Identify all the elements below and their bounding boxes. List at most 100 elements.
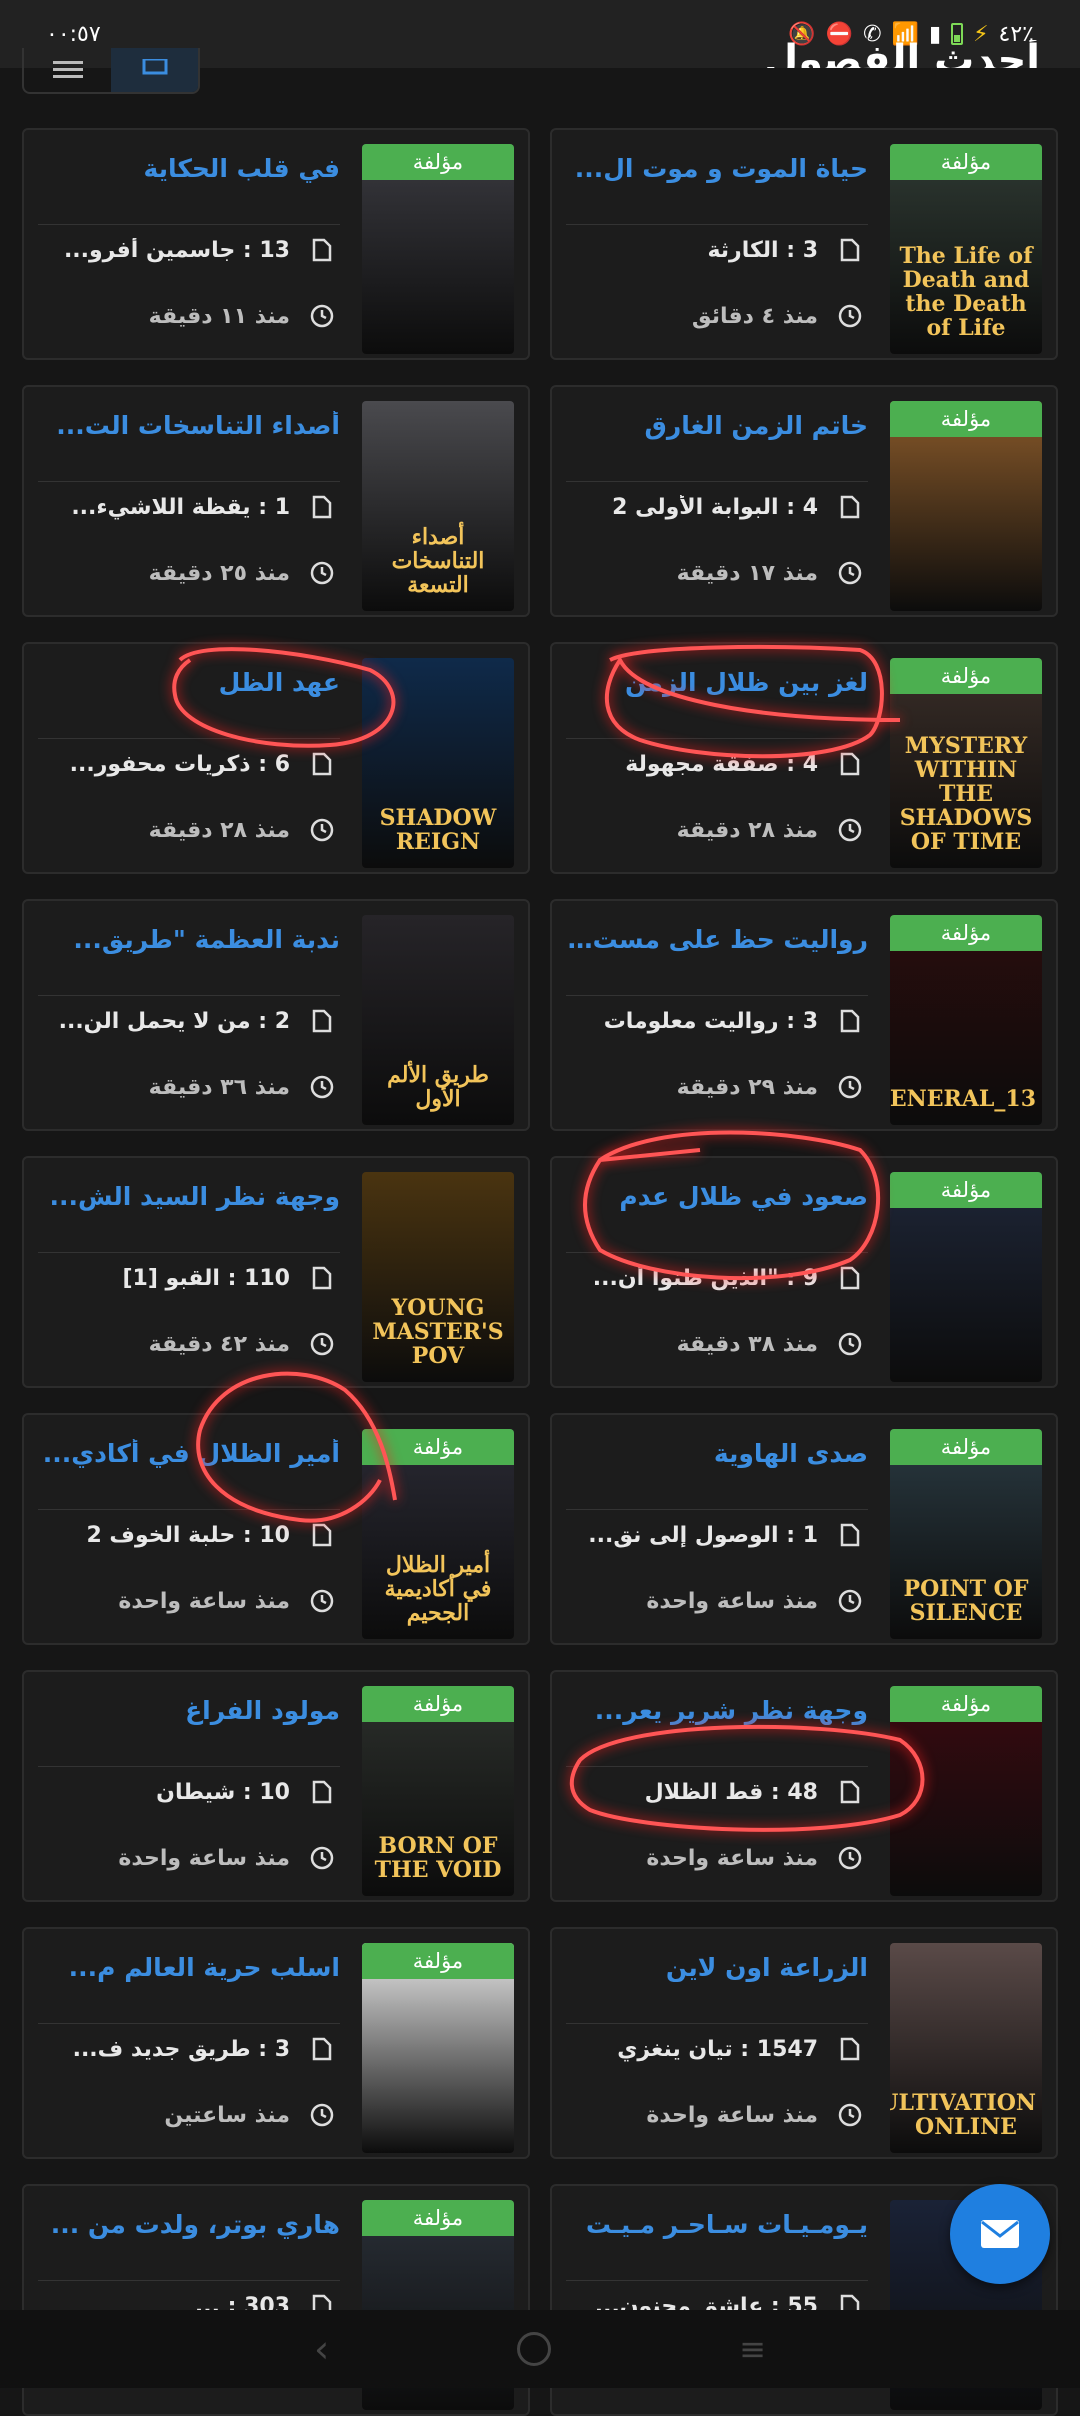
novel-title[interactable]: أمير الظلال في أكادي... [38,1439,340,1468]
grid-view-button[interactable] [111,48,198,92]
card-divider [566,1252,868,1253]
view-toggle [22,48,200,94]
novel-card[interactable]: مؤلفة أمير الظلال في أكاديمية الجحيم أمي… [22,1413,530,1645]
chapter-row[interactable]: 13 : جاسمين أفرو... [38,232,340,268]
novel-title[interactable]: مولود الفراغ [38,1696,340,1725]
card-divider [38,224,340,225]
novel-card[interactable]: مؤلفة GENERAL_13 رواليت حظ على مست... 3 … [550,899,1058,1131]
novel-card[interactable]: مؤلفة BORN OF THE VOID مولود الفراغ 10 :… [22,1670,530,1902]
chapter-row[interactable]: 10 : شيطان [38,1774,340,1810]
chapter-row[interactable]: 1547 : تيان ينغزي [566,2031,868,2067]
chapter-row[interactable]: 4 : صفقة مجهولة [566,746,868,782]
time-label: منذ ساعة واحدة [646,1588,818,1614]
novel-cover[interactable]: مؤلفة BORN OF THE VOID [362,1686,514,1896]
card-divider [38,1509,340,1510]
novel-title[interactable]: اسلب حرية العالم م... [38,1953,340,1982]
novel-cover[interactable]: مؤلفة [362,144,514,354]
novel-cover[interactable]: أصداء التناسخات التسعة [362,401,514,611]
document-icon [832,1774,868,1810]
novel-title[interactable]: الزراعة اون لاين [566,1953,868,1982]
novel-card[interactable]: مؤلفة في قلب الحكاية 13 : جاسمين أفرو...… [22,128,530,360]
nav-back-button[interactable]: ‹ [314,2327,329,2371]
novel-card[interactable]: مؤلفة وجهة نظر شرير يعر... 48 : قط الظلا… [550,1670,1058,1902]
novel-title[interactable]: حياة الموت و موت ال... [566,154,868,183]
novel-cover[interactable]: YOUNG MASTER'S POV [362,1172,514,1382]
novel-cover[interactable]: مؤلفة GENERAL_13 [890,915,1042,1125]
time-label: منذ ٢٨ دقيقة [676,817,818,843]
novel-cover[interactable]: طريق الألم الأول [362,915,514,1125]
novel-card[interactable]: أصداء التناسخات التسعة أصداء التناسخات ا… [22,385,530,617]
nav-home-button[interactable] [517,2332,552,2366]
novel-card[interactable]: SHADOW REIGN عهد الظل 6 : ذكريات محفور..… [22,642,530,874]
novel-title[interactable]: أصداء التناسخات الت... [38,411,340,440]
chapter-row[interactable]: 2 : من لا يحمل الن... [38,1003,340,1039]
nav-recents-button[interactable]: ≡ [739,2330,766,2368]
list-view-button[interactable] [24,48,111,92]
novel-card[interactable]: مؤلفة MYSTERY WITHIN THE SHADOWS OF TIME… [550,642,1058,874]
novel-cover[interactable]: مؤلفة [362,1943,514,2153]
author-badge: مؤلفة [890,1429,1042,1465]
chapter-row[interactable]: 3 : الكارثة [566,232,868,268]
document-icon [832,232,868,268]
novel-cover[interactable]: مؤلفة [890,1686,1042,1896]
novel-card[interactable]: مؤلفة POINT OF SILENCE صدى الهاوية 1 : ا… [550,1413,1058,1645]
novel-cover[interactable]: مؤلفة The Life of Death and the Death of… [890,144,1042,354]
novel-cover[interactable]: CULTIVATION ONLINE [890,1943,1042,2153]
novel-title[interactable]: هاري بوتر، ولدت من ... [38,2210,340,2239]
novel-title[interactable]: صعود في ظلال عدم [566,1182,868,1211]
chapter-label: 1 : يقظة اللاشيء... [71,494,290,520]
novel-cover[interactable]: SHADOW REIGN [362,658,514,868]
chapter-row[interactable]: 3 : رواليت معلومات [566,1003,868,1039]
time-label: منذ ٢٥ دقيقة [148,560,290,586]
novel-cover[interactable]: مؤلفة [890,1172,1042,1382]
contact-fab-button[interactable] [950,2184,1050,2284]
novel-card[interactable]: طريق الألم الأول ندبة العظمة "طريق... 2 … [22,899,530,1131]
novel-title[interactable]: عهد الظل [38,668,340,697]
cover-title: CULTIVATION ONLINE [890,2090,1036,2140]
novel-card[interactable]: مؤلفة خاتم الزمن الغارق 4 : البوابة الأو… [550,385,1058,617]
chapter-row[interactable]: 1 : الوصول إلى نق... [566,1517,868,1553]
novel-card[interactable]: مؤلفة اسلب حرية العالم م... 3 : طريق جدي… [22,1927,530,2159]
chapter-row[interactable]: 4 : البوابة الأولى 2 [566,489,868,525]
chapter-row[interactable]: 9 : "الذين ظنوا أن... [566,1260,868,1296]
chapter-label: 13 : جاسمين أفرو... [63,237,290,263]
novel-cover[interactable]: مؤلفة [890,401,1042,611]
novel-title[interactable]: لغز بين ظلال الزمن [566,668,868,697]
card-divider [566,2280,868,2281]
novel-title[interactable]: وجهة نظر السيد الش... [38,1182,340,1211]
novel-title[interactable]: رواليت حظ على مست... [566,925,868,954]
novel-cover[interactable]: مؤلفة MYSTERY WITHIN THE SHADOWS OF TIME [890,658,1042,868]
mail-icon [981,2220,1019,2248]
card-divider [38,481,340,482]
novel-card[interactable]: مؤلفة صعود في ظلال عدم 9 : "الذين ظنوا أ… [550,1156,1058,1388]
novel-title[interactable]: خاتم الزمن الغارق [566,411,869,440]
novel-title[interactable]: ندبة العظمة "طريق... [38,925,340,954]
clock-icon [832,1326,868,1362]
novel-cover[interactable]: مؤلفة أمير الظلال في أكاديمية الجحيم [362,1429,514,1639]
chapter-row[interactable]: 10 : حلبة الخوف 2 [38,1517,340,1553]
time-row: منذ ساعة واحدة [566,2097,868,2133]
time-label: منذ ساعة واحدة [646,2102,818,2128]
chapter-row[interactable]: 1 : يقظة اللاشيء... [38,489,340,525]
chapter-row[interactable]: 3 : طريق جديد ف... [38,2031,340,2067]
time-label: منذ ٤٢ دقيقة [148,1331,290,1357]
novel-title[interactable]: وجهة نظر شرير يعر... [566,1696,868,1725]
novel-title[interactable]: صدى الهاوية [566,1439,868,1468]
document-icon [304,746,340,782]
chapter-label: 2 : من لا يحمل الن... [58,1008,290,1034]
novel-cover[interactable]: مؤلفة POINT OF SILENCE [890,1429,1042,1639]
document-icon [304,489,340,525]
novel-title[interactable]: يـومـيـات سـاحـر مـيـت [566,2210,868,2239]
card-info: حياة الموت و موت ال... 3 : الكارثة منذ ٤… [566,130,868,358]
clock-icon [304,1840,340,1876]
clock-icon [832,1069,868,1105]
novel-card[interactable]: CULTIVATION ONLINE الزراعة اون لاين 1547… [550,1927,1058,2159]
novel-card[interactable]: مؤلفة The Life of Death and the Death of… [550,128,1058,360]
card-divider [38,2023,340,2024]
chapter-row[interactable]: 48 : قط الظلال [566,1774,868,1810]
novel-title[interactable]: في قلب الحكاية [38,154,340,183]
novel-card[interactable]: YOUNG MASTER'S POV وجهة نظر السيد الش...… [22,1156,530,1388]
chapter-row[interactable]: 6 : ذكريات محفور... [38,746,340,782]
card-divider [566,481,868,482]
chapter-row[interactable]: 110 : القبو [1] [38,1260,340,1296]
